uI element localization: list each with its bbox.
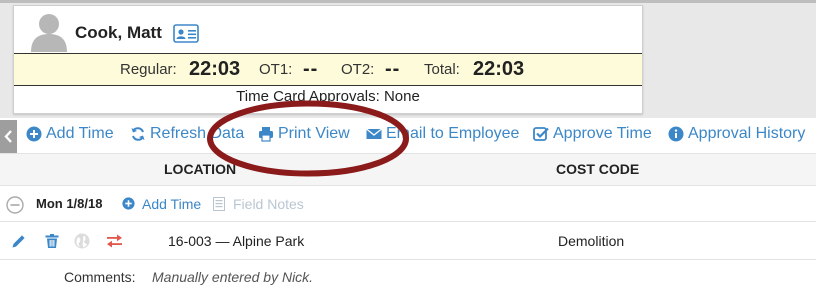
total-value: 22:03 (473, 58, 525, 80)
collapse-sidebar-button[interactable] (0, 120, 17, 153)
table-header: LOCATION COST CODE (0, 153, 816, 186)
comment-row: Comments: Manually entered by Nick. (0, 260, 816, 294)
transfer-icon[interactable] (106, 234, 123, 248)
print-icon (259, 127, 273, 142)
day-add-time-label: Add Time (142, 196, 202, 212)
refresh-data-label: Refresh Data (150, 125, 245, 142)
total-label: Total: (424, 61, 460, 78)
time-entry-row: 16-003 — Alpine Park Demolition (0, 222, 816, 260)
plus-circle-icon (26, 126, 42, 142)
day-group-row: Mon 1/8/18 Add Time Field Notes (0, 186, 816, 222)
approval-status: Time Card Approvals: None (236, 88, 420, 105)
check-square-icon (533, 127, 549, 141)
document-icon (213, 197, 225, 211)
comments-label: Comments: (64, 269, 136, 285)
refresh-icon (131, 127, 145, 141)
info-circle-icon (668, 126, 684, 142)
id-card-icon[interactable] (173, 24, 199, 43)
approval-history-label: Approval History (688, 125, 806, 142)
add-time-button[interactable]: Add Time (26, 124, 118, 144)
globe-icon (74, 233, 90, 249)
plus-circle-icon (122, 197, 135, 210)
comment-text: Manually entered by Nick. (152, 269, 314, 285)
user-avatar-icon (31, 14, 67, 52)
envelope-icon (366, 128, 382, 139)
pencil-icon[interactable] (11, 233, 27, 249)
employee-header: Cook, Matt (14, 6, 642, 53)
add-time-label: Add Time (46, 125, 114, 142)
approve-time-button[interactable]: Approve Time (533, 124, 655, 144)
regular-value: 22:03 (189, 58, 241, 80)
chevron-left-icon (4, 130, 12, 143)
field-notes-button[interactable]: Field Notes (213, 195, 307, 213)
day-add-time-button[interactable]: Add Time (122, 195, 206, 213)
column-location: LOCATION (164, 161, 237, 177)
hours-summary: Regular: 22:03 OT1: -- OT2: -- Total: 22… (14, 53, 642, 86)
day-label: Mon 1/8/18 (36, 196, 103, 211)
minus-circle-icon[interactable] (6, 196, 24, 214)
regular-label: Regular: (120, 61, 177, 78)
approve-time-label: Approve Time (553, 125, 652, 142)
entry-cost-code: Demolition (558, 233, 625, 249)
entry-location: 16-003 — Alpine Park (168, 233, 305, 249)
column-cost-code: COST CODE (556, 161, 640, 177)
employee-card: Cook, Matt Regular: 22:03 OT1: -- OT2: -… (13, 5, 643, 114)
print-view-button[interactable]: Print View (258, 124, 354, 144)
ot1-value: -- (303, 58, 319, 80)
ot2-value: -- (385, 58, 401, 80)
field-notes-label: Field Notes (233, 196, 304, 212)
email-employee-button[interactable]: Email to Employee (366, 124, 521, 144)
print-view-label: Print View (278, 125, 350, 142)
employee-name: Cook, Matt (75, 23, 162, 42)
ot2-label: OT2: (341, 61, 375, 78)
approval-history-button[interactable]: Approval History (668, 124, 810, 144)
trash-icon[interactable] (44, 233, 60, 249)
top-divider (0, 0, 816, 3)
email-employee-label: Email to Employee (386, 125, 520, 142)
refresh-data-button[interactable]: Refresh Data (130, 124, 248, 144)
ot1-label: OT1: (259, 61, 293, 78)
